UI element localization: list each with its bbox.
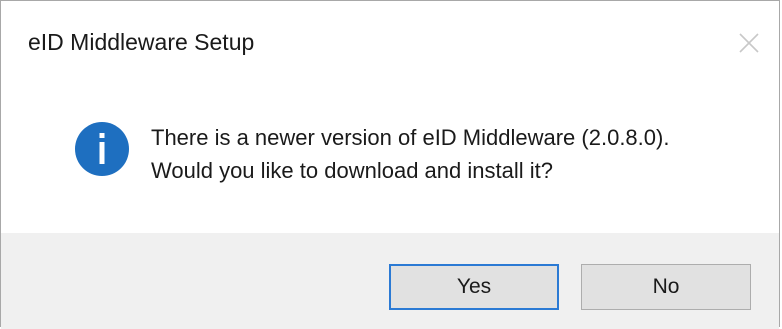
button-bar: Yes No	[1, 233, 779, 329]
message-area: There is a newer version of eID Middlewa…	[1, 83, 779, 233]
title-bar: eID Middleware Setup	[1, 1, 779, 83]
info-icon	[74, 121, 130, 177]
message-line-1: There is a newer version of eID Middlewa…	[151, 125, 670, 150]
message-text: There is a newer version of eID Middlewa…	[151, 121, 669, 187]
setup-dialog: eID Middleware Setup There is a newer ve…	[0, 0, 780, 329]
yes-button[interactable]: Yes	[389, 264, 559, 310]
close-icon	[739, 33, 759, 53]
message-line-2: Would you like to download and install i…	[151, 158, 553, 183]
no-button[interactable]: No	[581, 264, 751, 310]
close-button[interactable]	[731, 25, 767, 61]
window-title: eID Middleware Setup	[28, 29, 255, 55]
